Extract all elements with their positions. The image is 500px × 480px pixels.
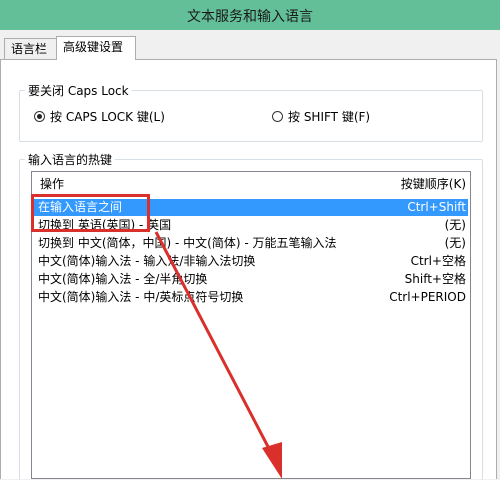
hotkey-row[interactable]: 中文(简体)输入法 - 全/半角切换 Shift+空格 — [34, 271, 468, 288]
radio-caps-lock-key[interactable]: 按 CAPS LOCK 键(L) — [34, 108, 165, 125]
column-header-operation: 操作 — [40, 177, 65, 191]
hotkey-keys: Ctrl+PERIOD — [389, 290, 466, 304]
hotkey-keys: (无) — [444, 236, 466, 250]
hotkeys-list[interactable]: 操作 按键顺序(K) 在输入语言之间 Ctrl+Shift 切换到 英语(英国)… — [31, 171, 471, 479]
window-title: 文本服务和输入语言 — [187, 9, 313, 25]
hotkey-operation: 中文(简体)输入法 - 中/英标点符号切换 — [38, 290, 244, 304]
hotkey-operation: 在输入语言之间 — [38, 200, 123, 214]
tab-advanced-key-settings[interactable]: 高级键设置 — [56, 36, 136, 60]
hotkey-row[interactable]: 切换到 中文(简体，中国) - 中文(简体) - 万能五笔输入法 (无) — [34, 235, 468, 252]
hotkey-keys: Ctrl+空格 — [410, 254, 466, 268]
hotkey-keys: (无) — [444, 218, 466, 232]
hotkey-row[interactable]: 中文(简体)输入法 - 中/英标点符号切换 Ctrl+PERIOD — [34, 289, 468, 306]
hotkey-row[interactable]: 切换到 英语(英国) - 英国 (无) — [34, 217, 468, 234]
hotkeys-group-label: 输入语言的热键 — [25, 151, 116, 168]
hotkey-operation: 中文(简体)输入法 - 全/半角切换 — [38, 272, 208, 286]
radio-caps-lock-key-label: 按 CAPS LOCK 键(L) — [50, 110, 165, 124]
radio-caps-lock-key-indicator[interactable] — [34, 111, 45, 122]
hotkey-keys: Shift+空格 — [404, 272, 466, 286]
radio-shift-key[interactable]: 按 SHIFT 键(F) — [272, 108, 370, 125]
tab-strip: 语言栏 高级键设置 — [0, 36, 500, 60]
hotkey-keys: Ctrl+Shift — [407, 200, 466, 214]
column-header-key-sequence: 按键顺序(K) — [400, 177, 466, 191]
hotkey-row[interactable]: 在输入语言之间 Ctrl+Shift — [34, 199, 468, 216]
radio-shift-key-indicator[interactable] — [272, 111, 283, 122]
radio-shift-key-label: 按 SHIFT 键(F) — [288, 110, 371, 124]
hotkey-operation: 中文(简体)输入法 - 输入法/非输入法切换 — [38, 254, 256, 268]
hotkey-operation: 切换到 中文(简体，中国) - 中文(简体) - 万能五笔输入法 — [38, 236, 337, 250]
hotkey-operation: 切换到 英语(英国) - 英国 — [38, 218, 172, 232]
hotkeys-list-header: 操作 按键顺序(K) — [32, 172, 470, 194]
tab-language-bar[interactable]: 语言栏 — [4, 38, 57, 59]
hotkey-row[interactable]: 中文(简体)输入法 - 输入法/非输入法切换 Ctrl+空格 — [34, 253, 468, 270]
title-bar: 文本服务和输入语言 — [0, 0, 500, 30]
caps-lock-group-label: 要关闭 Caps Lock — [25, 82, 132, 99]
